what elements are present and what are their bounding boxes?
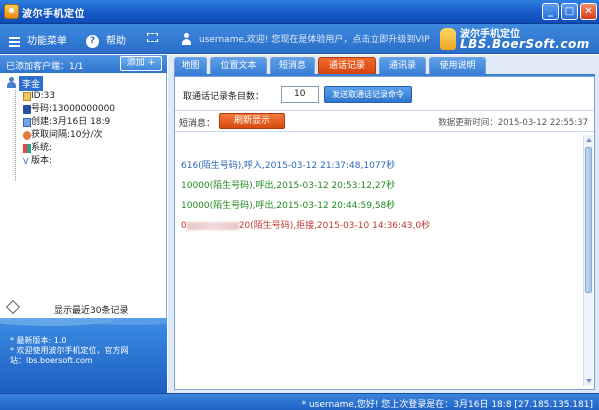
toolbar: 功能菜单 ? 帮助 username,欢迎! 您现在是体验用户，点击立即升级到VI… <box>0 24 599 54</box>
tab-location-text[interactable]: 位置文本 <box>210 57 267 74</box>
add-client-button[interactable]: 添加 + <box>120 56 162 71</box>
info-line-version: * 最新版本: 1.0 <box>10 336 67 345</box>
scroll-up-icon[interactable] <box>586 138 592 142</box>
client-interval-item: 获取间隔:10分/次 <box>4 129 164 142</box>
call-record: 616(陌生号码),呼入,2015-03-12 21:37:48,1077秒 <box>181 161 396 171</box>
client-version-label: 版本: <box>31 156 53 166</box>
record-count-input[interactable]: 10 <box>281 86 319 103</box>
info-line-site[interactable]: 站：lbs.boersoft.com <box>10 356 159 366</box>
record-number-suffix: 20(陌生号码),拒接,2015-03-10 14:36:43,0秒 <box>238 221 431 231</box>
main-panel: 地图 位置文本 短消息 通话记录 通讯录 使用说明 取通话记录条目数： 10 发… <box>168 55 599 393</box>
function-menu-button[interactable]: 功能菜单 <box>9 32 67 47</box>
client-phone-label: 号码:13000000000 <box>31 104 116 114</box>
title-bar: 波尔手机定位 _ □ ✕ <box>0 0 599 24</box>
version-icon: V <box>23 157 29 166</box>
scroll-thumb[interactable] <box>585 147 592 293</box>
wave-decoration <box>0 318 167 332</box>
call-record: 0 20(陌生号码),拒接,2015-03-10 14:36:43,0秒 <box>181 218 430 231</box>
client-sidebar: 已添加客户端：1/1 添加 + 李金 ID:33 号码:13000000000 … <box>0 55 167 393</box>
help-label: 帮助 <box>106 36 126 47</box>
help-button[interactable]: ? 帮助 <box>86 32 126 48</box>
client-system-label: 系统: <box>31 143 53 153</box>
window-title: 波尔手机定位 <box>22 9 85 20</box>
refresh-row: 短消息： 刷新显示 数据更新时间：2015-03-12 22:55:37 <box>175 112 594 130</box>
function-menu-label: 功能菜单 <box>27 36 67 47</box>
call-record: 10000(陌生号码),呼出,2015-03-12 20:44:59,58秒 <box>181 201 396 211</box>
refresh-button[interactable]: 刷新显示 <box>219 113 285 129</box>
client-system-item: 系统: <box>4 142 164 155</box>
person-icon <box>6 77 16 88</box>
info-line-welcome: * 欢迎使用波尔手机定位，官方网 <box>10 346 129 355</box>
client-node[interactable]: 李金 <box>4 75 164 91</box>
calendar-icon <box>23 118 31 127</box>
windows-icon <box>23 144 31 153</box>
close-button[interactable]: ✕ <box>580 3 597 20</box>
status-bar: * username,您好! 您上次登录是在：3月16日 18:8 [27.18… <box>0 393 599 410</box>
tab-instructions[interactable]: 使用说明 <box>429 57 486 74</box>
redacted-number <box>186 221 239 230</box>
client-version-item: V 版本: <box>4 155 164 168</box>
record-count-label: 取通话记录条目数： <box>183 92 265 102</box>
client-created-label: 创建:3月16日 18:9 <box>31 117 111 127</box>
call-record: 10000(陌生号码),呼出,2015-03-12 20:53:12,27秒 <box>181 181 396 191</box>
menu-icon <box>9 36 20 47</box>
tab-sms[interactable]: 短消息 <box>270 57 315 74</box>
brand-logo: 波尔手机定位 LBS.BoerSoft.com <box>440 25 595 53</box>
logo-line-2: LBS.BoerSoft.com <box>460 37 590 51</box>
tab-contacts[interactable]: 通讯录 <box>379 57 426 74</box>
client-interval-label: 获取间隔:10分/次 <box>31 130 103 140</box>
client-tree: 李金 ID:33 号码:13000000000 创建:3月16日 18:9 获取… <box>4 75 164 181</box>
query-row: 取通话记录条目数： 10 发送取通话记录命令 <box>181 86 591 104</box>
call-log-panel: 取通话记录条目数： 10 发送取通话记录命令 短消息： 刷新显示 数据更新时间：… <box>174 76 595 390</box>
call-record-list[interactable]: 616(陌生号码),呼入,2015-03-12 21:37:48,1077秒 1… <box>175 131 594 389</box>
app-logo-icon <box>4 4 19 19</box>
tab-map[interactable]: 地图 <box>174 57 207 74</box>
client-list-header: 已添加客户端：1/1 添加 + <box>0 55 167 73</box>
client-id-label: ID:33 <box>31 91 56 101</box>
divider <box>175 110 594 111</box>
client-created-item: 创建:3月16日 18:9 <box>4 116 164 129</box>
welcome-text: username,欢迎! 您现在是体验用户，点击立即升级到VIP <box>199 35 430 45</box>
bear-logo-icon <box>440 28 456 50</box>
help-icon: ? <box>86 34 99 48</box>
tab-call-log[interactable]: 通话记录 <box>318 57 376 74</box>
client-phone-item: 号码:13000000000 <box>4 103 164 116</box>
last-login-text: * username,您好! 您上次登录是在：3月16日 18:8 [27.18… <box>301 400 593 410</box>
info-panel: * 最新版本: 1.0 * 欢迎使用波尔手机定位，官方网 站：lbs.boers… <box>0 318 167 393</box>
sms-label: 短消息： <box>179 119 216 129</box>
expand-button[interactable] <box>147 32 165 43</box>
minimize-button[interactable]: _ <box>542 3 559 20</box>
client-count: 已添加客户端：1/1 <box>6 62 84 72</box>
send-call-log-command-button[interactable]: 发送取通话记录命令 <box>324 86 412 103</box>
upgrade-vip-link[interactable]: username,欢迎! 您现在是体验用户，点击立即升级到VIP <box>181 32 430 45</box>
scroll-down-icon[interactable] <box>586 379 592 383</box>
user-icon <box>181 33 192 45</box>
id-card-icon <box>23 92 31 101</box>
maximize-button[interactable]: □ <box>561 3 578 20</box>
update-time: 数据更新时间：2015-03-12 22:55:37 <box>438 118 588 128</box>
vertical-scrollbar[interactable] <box>583 135 593 386</box>
client-name: 李金 <box>19 76 44 91</box>
show-recent-records-label: 显示最近30条记录 <box>54 306 129 316</box>
interval-icon <box>23 131 31 140</box>
phone-icon <box>23 105 31 114</box>
expand-icon <box>147 32 158 42</box>
show-recent-records-link[interactable]: 显示最近30条记录 <box>5 299 161 316</box>
satellite-icon <box>5 299 21 315</box>
client-id-item: ID:33 <box>4 90 164 103</box>
